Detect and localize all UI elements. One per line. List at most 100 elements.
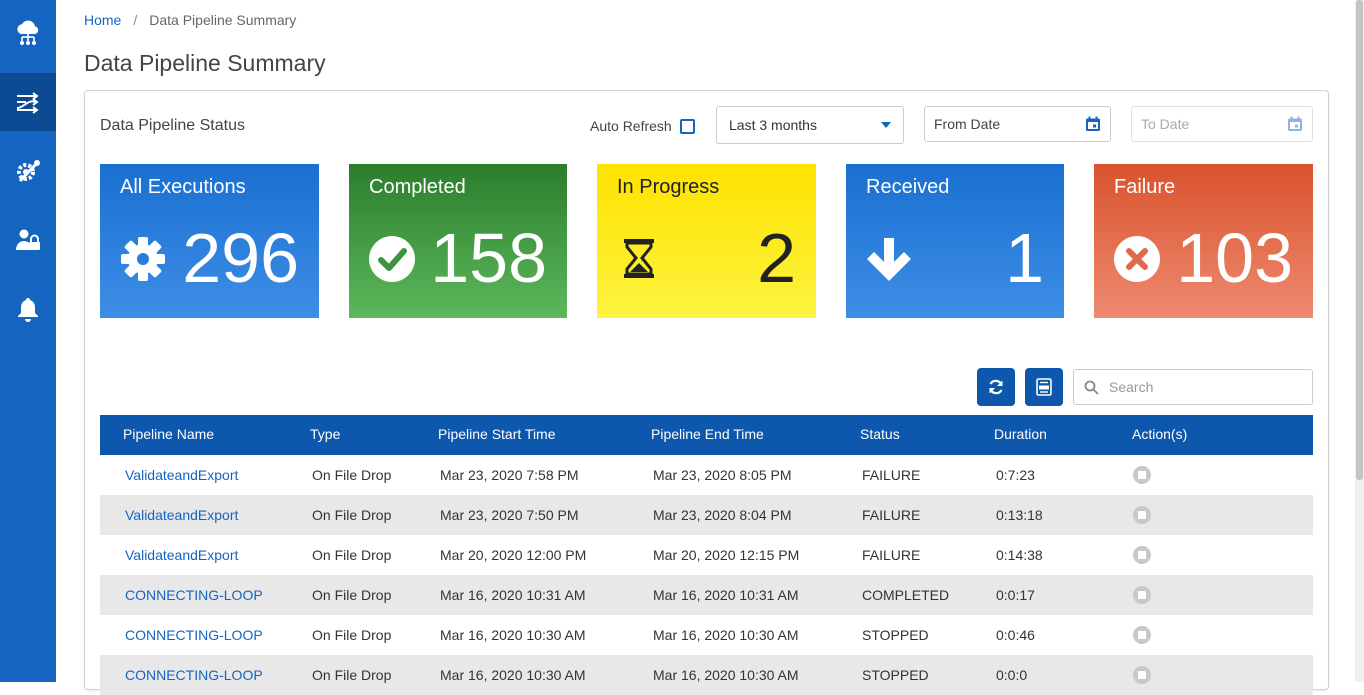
cloud-network-icon [17,20,39,45]
sidebar-item-users[interactable] [0,211,56,269]
pipeline-duration: 0:0:46 [996,627,1035,643]
pipeline-duration: 0:0:17 [996,587,1035,603]
pipeline-status: FAILURE [862,547,921,563]
table-row[interactable]: CONNECTING-LOOP On File Drop Mar 16, 202… [100,615,1313,655]
tile-completed[interactable]: Completed 158 [349,164,567,318]
status-panel-title: Data Pipeline Status [100,117,245,134]
stop-icon[interactable] [1133,546,1151,564]
header-start-time[interactable]: Pipeline Start Time [438,415,556,455]
pipeline-start-time: Mar 16, 2020 10:30 AM [440,627,586,643]
pipeline-end-time: Mar 23, 2020 8:05 PM [653,467,792,483]
stop-action[interactable] [1133,546,1151,564]
arrow-down-icon [867,238,911,281]
to-date-placeholder: To Date [1141,116,1190,132]
tile-received[interactable]: Received 1 [846,164,1064,318]
stop-icon[interactable] [1133,666,1151,684]
pipeline-name-link[interactable]: CONNECTING-LOOP [125,655,263,695]
breadcrumb: Home / Data Pipeline Summary [84,12,296,28]
page-title: Data Pipeline Summary [84,50,326,76]
from-date-placeholder: From Date [934,116,1001,132]
header-duration[interactable]: Duration [994,415,1047,455]
tile-label: All Executions [120,176,246,198]
pipeline-status: FAILURE [862,467,921,483]
date-range-select[interactable]: Last 3 months [716,106,904,144]
calendar-icon[interactable] [1085,116,1101,132]
bell-icon [18,298,38,322]
pipeline-name-link[interactable]: ValidateandExport [125,535,238,575]
breadcrumb-home-link[interactable]: Home [84,12,121,28]
stop-action[interactable] [1133,626,1151,644]
pipeline-status: STOPPED [862,667,929,683]
sidebar-item-pipelines[interactable] [0,73,56,131]
stop-icon[interactable] [1133,626,1151,644]
pipeline-end-time: Mar 20, 2020 12:15 PM [653,547,800,563]
header-type[interactable]: Type [310,415,340,455]
pipeline-type: On File Drop [312,507,392,523]
pipeline-name-link[interactable]: CONNECTING-LOOP [125,575,263,615]
pipeline-start-time: Mar 23, 2020 7:58 PM [440,467,579,483]
chevron-down-icon [881,122,891,128]
pipeline-start-time: Mar 23, 2020 7:50 PM [440,507,579,523]
pipeline-status: STOPPED [862,627,929,643]
pipeline-duration: 0:7:23 [996,467,1035,483]
sidebar-item-cloud[interactable] [0,4,56,62]
search-input[interactable]: Search [1073,369,1313,405]
refresh-icon [989,379,1003,395]
stop-icon[interactable] [1133,586,1151,604]
tile-value: 103 [1176,219,1293,297]
tile-value: 158 [430,219,547,297]
auto-refresh-label: Auto Refresh [590,118,672,134]
pipeline-name-link[interactable]: ValidateandExport [125,495,238,535]
hourglass-icon [624,239,654,278]
table-row[interactable]: CONNECTING-LOOP On File Drop Mar 16, 202… [100,575,1313,615]
pipeline-table: Pipeline Name Type Pipeline Start Time P… [100,415,1313,695]
tile-label: Completed [369,176,466,198]
table-row[interactable]: CONNECTING-LOOP On File Drop Mar 16, 202… [100,655,1313,695]
table-row[interactable]: ValidateandExport On File Drop Mar 23, 2… [100,495,1313,535]
pipeline-end-time: Mar 16, 2020 10:30 AM [653,667,799,683]
stop-icon[interactable] [1133,466,1151,484]
tile-failure[interactable]: Failure 103 [1094,164,1313,318]
pipeline-shuffle-icon [16,92,39,114]
pipeline-duration: 0:14:38 [996,547,1043,563]
scrollbar-thumb[interactable] [1356,0,1363,480]
tile-label: Failure [1114,176,1176,198]
refresh-button[interactable] [977,368,1015,406]
header-status[interactable]: Status [860,415,900,455]
pipeline-end-time: Mar 16, 2020 10:30 AM [653,627,799,643]
header-actions: Action(s) [1132,426,1188,442]
header-end-time[interactable]: Pipeline End Time [651,415,764,455]
header-pipeline-name[interactable]: Pipeline Name [123,415,214,455]
stop-action[interactable] [1133,586,1151,604]
auto-refresh-checkbox[interactable] [679,118,695,134]
x-circle-icon [1114,236,1160,282]
export-xlsx-button[interactable] [1025,368,1063,406]
check-circle-icon [369,236,415,282]
stop-action[interactable] [1133,466,1151,484]
xlsx-file-icon [1036,378,1052,396]
date-range-value: Last 3 months [729,117,817,133]
to-date-field[interactable]: To Date [1131,106,1313,142]
pipeline-type: On File Drop [312,587,392,603]
sidebar-item-notifications[interactable] [0,280,56,338]
pipeline-duration: 0:0:0 [996,667,1028,683]
calendar-icon[interactable] [1287,116,1303,132]
pipeline-name-link[interactable]: CONNECTING-LOOP [125,615,263,655]
pipeline-type: On File Drop [312,667,392,683]
pipeline-name-link[interactable]: ValidateandExport [125,455,238,495]
sidebar-item-tools[interactable] [0,142,56,200]
tile-in-progress[interactable]: In Progress 2 [597,164,816,318]
stop-icon[interactable] [1133,506,1151,524]
from-date-field[interactable]: From Date [924,106,1111,142]
tile-value: 296 [182,219,299,297]
table-row[interactable]: ValidateandExport On File Drop Mar 20, 2… [100,535,1313,575]
pipeline-status: FAILURE [862,507,921,523]
table-row[interactable]: ValidateandExport On File Drop Mar 23, 2… [100,455,1313,495]
auto-refresh-control[interactable]: Auto Refresh [590,118,695,134]
pipeline-status: COMPLETED [862,587,950,603]
tile-all-executions[interactable]: All Executions 296 [100,164,319,318]
stop-action[interactable] [1133,666,1151,684]
tile-label: Received [866,176,950,198]
pipeline-end-time: Mar 16, 2020 10:31 AM [653,587,799,603]
stop-action[interactable] [1133,506,1151,524]
